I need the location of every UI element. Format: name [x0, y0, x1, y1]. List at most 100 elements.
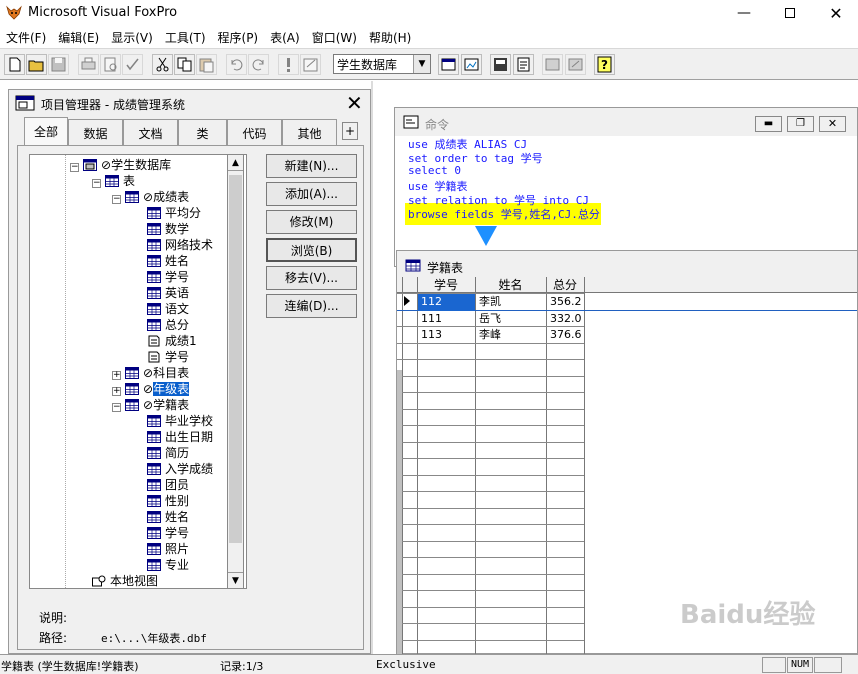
tree-item[interactable]: 专业: [147, 557, 189, 573]
close-button[interactable]: ✕: [813, 0, 858, 26]
copy-button[interactable]: [174, 54, 195, 75]
tree-item[interactable]: 平均分: [147, 205, 201, 221]
tree-item[interactable]: 英语: [147, 285, 189, 301]
redo-button[interactable]: [248, 54, 269, 75]
auto-report-button[interactable]: [565, 54, 586, 75]
tree-item[interactable]: 团员: [147, 477, 189, 493]
data-session-button[interactable]: [461, 54, 482, 75]
command-restore-button[interactable]: ❐: [787, 116, 814, 132]
save-button[interactable]: [48, 54, 69, 75]
database-designer-button[interactable]: [490, 54, 511, 75]
new-file-button[interactable]: [4, 54, 25, 75]
maximize-button[interactable]: [767, 0, 813, 26]
menu-program[interactable]: 程序(P): [212, 27, 265, 47]
print-button[interactable]: [78, 54, 99, 75]
column-header[interactable]: 学号: [417, 278, 475, 292]
modify-button[interactable]: 修改(M): [266, 210, 357, 234]
tree-item[interactable]: 成绩1: [147, 333, 197, 349]
tree-item[interactable]: 总分: [147, 317, 189, 333]
scroll-thumb[interactable]: [229, 175, 242, 543]
report-designer-button[interactable]: [513, 54, 534, 75]
remove-button[interactable]: 移去(V)...: [266, 266, 357, 290]
menu-file[interactable]: 文件(F): [0, 27, 52, 47]
collapse-icon[interactable]: −: [112, 195, 121, 204]
grid-cell[interactable]: 332.0: [547, 311, 584, 328]
grid-cell[interactable]: 岳飞: [476, 311, 546, 328]
collapse-icon[interactable]: −: [92, 179, 101, 188]
collapse-icon[interactable]: −: [112, 403, 121, 412]
print-preview-button[interactable]: [100, 54, 121, 75]
tree-item[interactable]: 简历: [147, 445, 189, 461]
project-tree[interactable]: − ⊘学生数据库 − 表 − ⊘成绩表 平均分 数学 网络技术 姓名 学号 英语 语文 总分 成绩1 学号 + ⊘…: [29, 154, 247, 589]
grid-cell[interactable]: 李凯: [476, 294, 546, 311]
tree-item[interactable]: 姓名: [147, 509, 189, 525]
chevron-down-icon[interactable]: ▼: [413, 55, 430, 73]
tab-other[interactable]: 其他: [282, 119, 337, 145]
scroll-down-icon[interactable]: ▼: [228, 572, 243, 588]
tree-item[interactable]: 学号: [147, 269, 189, 285]
tab-scroll-button[interactable]: +: [342, 122, 358, 140]
tree-item[interactable]: + ⊘科目表: [112, 365, 189, 381]
menu-edit[interactable]: 编辑(E): [52, 27, 105, 47]
tab-all[interactable]: 全部: [24, 117, 68, 146]
tree-item[interactable]: − ⊘成绩表: [112, 189, 189, 205]
tree-item[interactable]: + ⊘年级表: [112, 381, 190, 397]
tree-item[interactable]: 性别: [147, 493, 189, 509]
help-button[interactable]: ?: [594, 54, 615, 75]
tree-item[interactable]: 毕业学校: [147, 413, 213, 429]
tree-scrollbar[interactable]: ▲ ▼: [227, 154, 244, 589]
form-wizard-button[interactable]: [542, 54, 563, 75]
run-button[interactable]: [278, 54, 299, 75]
browse-button[interactable]: 浏览(B): [266, 238, 357, 262]
menu-tools[interactable]: 工具(T): [159, 27, 212, 47]
command-close-button[interactable]: ✕: [819, 116, 846, 132]
tree-item[interactable]: 照片: [147, 541, 189, 557]
column-header[interactable]: 姓名: [475, 278, 546, 292]
build-button[interactable]: 连编(D)...: [266, 294, 357, 318]
command-window-button[interactable]: [438, 54, 459, 75]
add-button[interactable]: 添加(A)...: [266, 182, 357, 206]
command-minimize-button[interactable]: ▬: [755, 116, 782, 132]
paste-button[interactable]: [196, 54, 217, 75]
tab-data[interactable]: 数据: [68, 119, 123, 145]
undo-button[interactable]: [226, 54, 247, 75]
tree-item[interactable]: 语文: [147, 301, 189, 317]
project-manager-close-button[interactable]: ✕: [346, 93, 363, 113]
grid-cell[interactable]: 李峰: [476, 327, 546, 344]
modify-form-button[interactable]: [300, 54, 321, 75]
minimize-button[interactable]: —: [721, 0, 767, 26]
tab-code[interactable]: 代码: [227, 119, 282, 145]
tree-item[interactable]: 入学成绩: [147, 461, 213, 477]
grid-cell[interactable]: 113: [418, 327, 475, 344]
tree-item[interactable]: 本地视图: [92, 573, 158, 588]
menu-window[interactable]: 窗口(W): [306, 27, 363, 47]
tree-item-label: 语文: [165, 302, 190, 316]
grid-cell[interactable]: 356.2: [547, 294, 584, 311]
collapse-icon[interactable]: −: [70, 163, 79, 172]
menu-view[interactable]: 显示(V): [105, 27, 159, 47]
tree-item[interactable]: 出生日期: [147, 429, 213, 445]
grid-cell[interactable]: 111: [418, 311, 475, 328]
open-button[interactable]: [26, 54, 47, 75]
tree-item[interactable]: 姓名: [147, 253, 189, 269]
scroll-up-icon[interactable]: ▲: [228, 155, 243, 171]
tree-item[interactable]: 学号: [147, 349, 189, 365]
column-header[interactable]: 总分: [546, 278, 584, 292]
grid-cell[interactable]: 112: [418, 294, 475, 311]
expand-icon[interactable]: +: [112, 387, 121, 396]
cut-button[interactable]: [152, 54, 173, 75]
spell-check-button[interactable]: [122, 54, 143, 75]
tree-item[interactable]: 学号: [147, 525, 189, 541]
tree-item[interactable]: 数学: [147, 221, 189, 237]
tree-item[interactable]: − ⊘学籍表: [112, 397, 189, 413]
tree-item[interactable]: − ⊘学生数据库: [70, 157, 171, 173]
menu-help[interactable]: 帮助(H): [363, 27, 417, 47]
expand-icon[interactable]: +: [112, 371, 121, 380]
grid-cell[interactable]: 376.6: [547, 327, 584, 344]
tab-classes[interactable]: 类: [178, 119, 227, 145]
new-button[interactable]: 新建(N)...: [266, 154, 357, 178]
tab-documents[interactable]: 文档: [123, 119, 178, 145]
tree-item[interactable]: 网络技术: [147, 237, 213, 253]
menu-table[interactable]: 表(A): [264, 27, 306, 47]
tree-item[interactable]: − 表: [92, 173, 135, 189]
